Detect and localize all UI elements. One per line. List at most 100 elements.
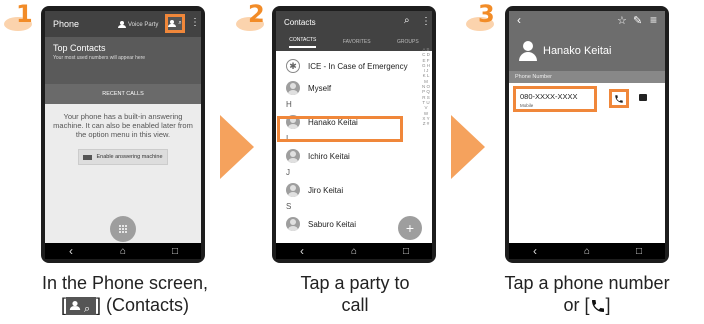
home-icon[interactable]: ⌂ <box>577 246 597 257</box>
contacts-icon: ⌕ <box>65 297 96 316</box>
phone-icon <box>591 300 604 313</box>
avatar-head <box>523 41 533 51</box>
top-contacts-sub: Your most used numbers will appear here <box>53 55 146 61</box>
app-title: Phone <box>53 19 80 29</box>
contact-avatar-icon <box>519 41 537 61</box>
contact-name: Saburo Keitai <box>308 219 357 229</box>
app-title: Contacts <box>284 18 316 27</box>
home-icon[interactable]: ⌂ <box>344 246 364 257</box>
back-icon[interactable]: ‹ <box>61 244 81 258</box>
caption-line-1: Tap a party to <box>300 273 410 293</box>
phone-number: 080-XXXX-XXXX <box>520 92 578 101</box>
step-number: 2 <box>248 0 265 28</box>
recent-calls-tab[interactable]: RECENT CALLS <box>45 84 201 104</box>
step-arrow-2 <box>451 115 485 179</box>
section-letter: S <box>276 201 432 213</box>
home-icon[interactable]: ⌂ <box>113 246 133 257</box>
voice-party-label: Voice Party <box>128 22 159 29</box>
more-icon[interactable]: ⋮ <box>421 16 431 27</box>
caption-line-1: Tap a phone number <box>504 273 670 293</box>
phone-number-row: 080-XXXX-XXXX Mobile <box>509 83 665 117</box>
phone-3-screen: ‹ ☆ ✎ ≡ Hanako Keitai Phone Number 080-X… <box>509 11 665 243</box>
highlight-hanako <box>277 116 403 142</box>
nav-bar: ‹ ⌂ □ <box>509 243 665 259</box>
step-number: 1 <box>16 0 33 28</box>
plus-icon: + <box>405 220 415 236</box>
call-button[interactable] <box>609 89 629 108</box>
step-1-caption: In the Phone screen, [⌕] (Contacts) <box>10 272 240 316</box>
caption-suffix: ] <box>605 295 611 315</box>
top-contacts-panel: Top Contacts Your most used numbers will… <box>45 37 201 84</box>
recents-icon[interactable]: □ <box>629 246 649 257</box>
contacts-tabs: CONTACTS FAVORITES GROUPS <box>276 35 432 51</box>
menu-icon[interactable]: ≡ <box>650 13 657 27</box>
step-1-badge: 1 <box>4 0 44 32</box>
back-icon[interactable]: ‹ <box>525 244 545 258</box>
step-arrow-1 <box>220 115 254 179</box>
phone-app-bar: Phone Voice Party ⌕ ⋮ <box>45 11 201 37</box>
phone-1: Phone Voice Party ⌕ ⋮ Top Contacts Your … <box>41 6 205 263</box>
step-2-badge: 2 <box>236 0 276 32</box>
search-icon[interactable]: ⌕ <box>404 15 410 26</box>
contact-name: Hanako Keitai <box>543 45 612 57</box>
section-header: Phone Number <box>509 71 665 83</box>
phone-2: Contacts ⌕ ⋮ CONTACTS FAVORITES GROUPS ✱… <box>272 6 436 263</box>
contacts-icon-figure <box>69 301 81 311</box>
star-icon[interactable]: ☆ <box>617 14 627 27</box>
edit-icon[interactable]: ✎ <box>633 14 642 27</box>
caption-line-1: In the Phone screen, <box>41 273 209 293</box>
dialpad-fab[interactable] <box>110 216 136 242</box>
add-contact-fab[interactable]: + <box>398 216 422 240</box>
search-mini-icon: ⌕ <box>178 20 182 26</box>
phone-icon <box>615 94 623 103</box>
caption-line-2: or [] <box>480 294 694 316</box>
tab-groups[interactable]: GROUPS <box>397 39 419 45</box>
message-icon[interactable] <box>639 94 647 101</box>
caption-line-2: call <box>341 295 369 315</box>
search-icon: ⌕ <box>83 303 91 316</box>
contacts-icon <box>168 20 177 27</box>
more-icon[interactable]: ⋮ <box>190 17 200 28</box>
voice-party-button[interactable]: Voice Party <box>118 21 158 28</box>
contact-name: Jiro Keitai <box>308 185 344 195</box>
recents-icon[interactable]: □ <box>165 246 185 257</box>
list-item-jiro[interactable]: Jiro Keitai <box>276 179 432 201</box>
enable-answering-button[interactable]: Enable answering machine <box>78 149 168 165</box>
contact-name: Ichiro Keitai <box>308 151 350 161</box>
caption-suffix: ] (Contacts) <box>95 295 190 315</box>
voicemail-icon <box>83 154 93 160</box>
nav-bar: ‹ ⌂ □ <box>45 243 201 259</box>
list-item-ichiro[interactable]: Ichiro Keitai <box>276 145 432 167</box>
nav-bar: ‹ ⌂ □ <box>276 243 432 259</box>
contact-header: ‹ ☆ ✎ ≡ Hanako Keitai <box>509 11 665 71</box>
alphabet-index[interactable]: A B C D E F G H I J K L M N O P Q R S T … <box>422 47 430 126</box>
back-arrow-icon[interactable]: ‹ <box>517 13 521 27</box>
step-2-caption: Tap a party to call <box>260 272 450 316</box>
list-item-myself[interactable]: Myself <box>276 77 432 99</box>
step-3-badge: 3 <box>466 0 506 32</box>
phone-type: Mobile <box>520 103 534 108</box>
back-icon[interactable]: ‹ <box>292 244 312 258</box>
contact-name: ICE - In Case of Emergency <box>308 61 408 71</box>
list-item-ice[interactable]: ✱ ICE - In Case of Emergency <box>276 55 432 77</box>
avatar-body <box>519 52 537 61</box>
section-letter: H <box>276 99 432 111</box>
recents-icon[interactable]: □ <box>396 246 416 257</box>
ice-icon: ✱ <box>286 59 300 73</box>
answering-machine-message: Your phone has a built-in answering mach… <box>53 112 193 139</box>
contacts-button[interactable]: ⌕ <box>165 14 185 33</box>
tab-contacts[interactable]: CONTACTS <box>289 37 317 48</box>
tab-favorites[interactable]: FAVORITES <box>343 39 371 45</box>
phone-3: ‹ ☆ ✎ ≡ Hanako Keitai Phone Number 080-X… <box>505 6 669 263</box>
phone-1-screen: Phone Voice Party ⌕ ⋮ Top Contacts Your … <box>45 11 201 243</box>
caption-line-2: [⌕] (Contacts) <box>10 294 240 316</box>
avatar <box>286 149 300 163</box>
avatar <box>286 217 300 231</box>
contact-name: Myself <box>308 83 332 93</box>
step-number: 3 <box>478 0 495 28</box>
avatar <box>286 81 300 95</box>
dialpad-icon <box>119 225 127 233</box>
phone-number-entry[interactable]: 080-XXXX-XXXX Mobile <box>513 86 597 112</box>
caption-prefix: or [ <box>563 295 590 315</box>
top-contacts-title: Top Contacts <box>53 43 106 53</box>
